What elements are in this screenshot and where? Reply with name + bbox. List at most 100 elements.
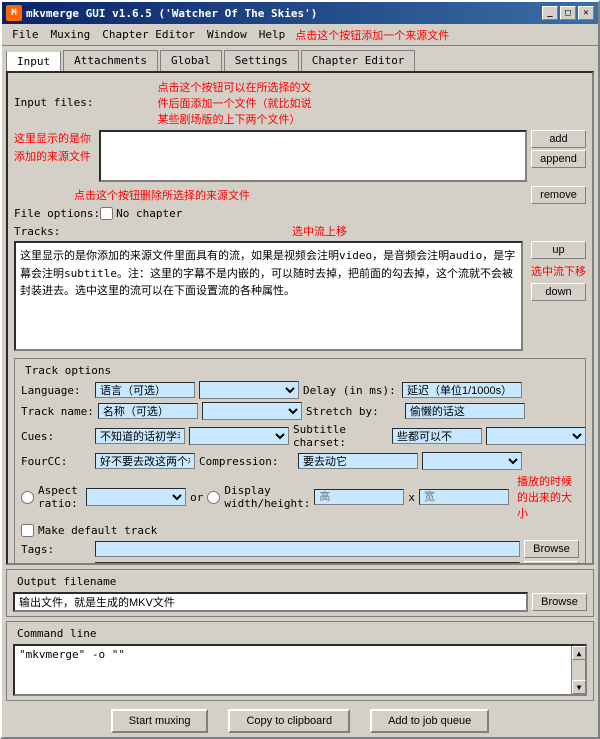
trackname-select[interactable] <box>202 402 302 420</box>
input-files-listbox[interactable] <box>99 130 527 182</box>
tab-global[interactable]: Global <box>160 50 222 71</box>
content-area: Input files: 点击这个按钮可以在所选择的文 件后面添加一个文件（就比… <box>6 71 594 565</box>
cues-select[interactable] <box>189 427 289 445</box>
tab-input[interactable]: Input <box>6 50 61 71</box>
track-options-group: Track options Language: Delay (in ms): T… <box>14 358 586 565</box>
display-label: Display width/height: <box>224 484 310 510</box>
timecodes-browse-button[interactable]: Browse <box>524 561 579 565</box>
scrollbar-up[interactable]: ▲ <box>572 646 586 660</box>
tags-label: Tags: <box>21 543 91 556</box>
tabs-bar: Input Attachments Global Settings Chapte… <box>2 46 598 71</box>
scrollbar-track <box>572 660 585 680</box>
start-muxing-button[interactable]: Start muxing <box>111 709 209 733</box>
maximize-button[interactable]: □ <box>560 6 576 20</box>
fourcc-label: FourCC: <box>21 455 91 468</box>
aspect-or: or <box>190 491 203 504</box>
make-default-checkbox[interactable] <box>21 524 34 537</box>
tracks-listbox[interactable]: 这里显示的是你添加的来源文件里面具有的流，如果是视频会注明video，是音频会注… <box>14 241 523 351</box>
files-tooltip-text: 点击这个按钮可以在所选择的文 件后面添加一个文件（就比如说 某些剧场版的上下两个… <box>157 79 311 127</box>
app-icon: M <box>6 5 22 21</box>
input-files-row: 这里显示的是你 添加的来源文件 add append <box>14 130 586 182</box>
no-chapters-checkbox[interactable] <box>100 207 113 220</box>
scrollbar-down[interactable]: ▼ <box>572 680 586 694</box>
remove-tooltip-text: 点击这个按钮删除所选择的来源文件 <box>74 187 250 203</box>
aspect-radio[interactable] <box>21 491 34 504</box>
display-size-tooltip: 播放的时候的出来的大小 <box>517 473 579 521</box>
aspect-row: Aspect ratio: or Display width/height: x… <box>21 473 579 521</box>
trackname-label: Track name: <box>21 405 94 418</box>
tab-attachments[interactable]: Attachments <box>63 50 158 71</box>
height-input[interactable] <box>314 489 404 505</box>
remove-button[interactable]: remove <box>531 186 586 204</box>
input-files-label-row: Input files: 点击这个按钮可以在所选择的文 件后面添加一个文件（就比… <box>14 79 586 127</box>
compression-label: Compression: <box>199 455 294 468</box>
title-bar: M mkvmerge GUI v1.6.5 ('Watcher Of The S… <box>2 2 598 24</box>
append-button[interactable]: append <box>531 150 586 168</box>
menu-file[interactable]: File <box>6 26 45 43</box>
menu-window[interactable]: Window <box>201 26 253 43</box>
minimize-button[interactable]: _ <box>542 6 558 20</box>
track-options-title: Track options <box>21 364 115 377</box>
tags-input[interactable] <box>95 541 520 557</box>
fourcc-row: FourCC: Compression: <box>21 452 579 470</box>
main-window: M mkvmerge GUI v1.6.5 ('Watcher Of The S… <box>0 0 600 739</box>
subtitle-charset-input[interactable] <box>392 428 482 444</box>
cmdline-wrapper: ▲ ▼ <box>13 644 587 696</box>
timecodes-row: Timecodes: Browse <box>21 561 579 565</box>
no-chapters-label: No chapter <box>116 207 182 220</box>
timecodes-input[interactable] <box>95 562 520 565</box>
language-input[interactable] <box>95 382 195 398</box>
compression-input[interactable] <box>298 453 418 469</box>
menu-muxing[interactable]: Muxing <box>45 26 97 43</box>
make-default-row: Make default track <box>21 524 579 537</box>
source-hint-2: 添加的来源文件 <box>14 148 91 164</box>
tab-chapter-editor[interactable]: Chapter Editor <box>301 50 416 71</box>
trackname-input[interactable] <box>98 403 198 419</box>
output-section: Output filename Browse <box>6 569 594 617</box>
fourcc-input[interactable] <box>95 453 195 469</box>
aspect-select[interactable] <box>86 488 186 506</box>
display-radio[interactable] <box>207 491 220 504</box>
menu-help[interactable]: Help <box>253 26 292 43</box>
tracks-label-row: Tracks: 选中流上移 <box>14 223 586 239</box>
cmdline-textarea[interactable] <box>15 646 571 694</box>
tab-settings[interactable]: Settings <box>224 50 299 71</box>
width-input[interactable] <box>419 489 509 505</box>
bottom-buttons: Start muxing Copy to clipboard Add to jo… <box>2 703 598 737</box>
up-button[interactable]: up <box>531 241 586 259</box>
stretch-input[interactable] <box>405 403 525 419</box>
delay-input[interactable] <box>402 382 522 398</box>
compression-select[interactable] <box>422 452 522 470</box>
times-sign: x <box>408 491 415 504</box>
window-controls: _ □ ✕ <box>542 6 594 20</box>
close-button[interactable]: ✕ <box>578 6 594 20</box>
tracks-nav-buttons: up 选中流下移 down <box>531 241 586 351</box>
cues-label: Cues: <box>21 430 91 443</box>
remove-row: 点击这个按钮删除所选择的来源文件 remove <box>14 186 586 204</box>
menu-chapter-editor[interactable]: Chapter Editor <box>96 26 201 43</box>
output-filename-input[interactable] <box>13 592 528 612</box>
down-button[interactable]: down <box>531 283 586 301</box>
add-to-job-queue-button[interactable]: Add to job queue <box>370 709 489 733</box>
add-button[interactable]: add <box>531 130 586 148</box>
subtitle-charset-select[interactable] <box>486 427 586 445</box>
tracks-description: 这里显示的是你添加的来源文件里面具有的流，如果是视频会注明video，是音频会注… <box>20 247 517 345</box>
cmdline-title: Command line <box>13 627 100 640</box>
up-tooltip-text: 选中流上移 <box>292 223 347 239</box>
trackname-row: Track name: Stretch by: <box>21 402 579 420</box>
delay-label: Delay (in ms): <box>303 384 398 397</box>
tracks-label: Tracks: <box>14 225 84 238</box>
input-files-label: Input files: <box>14 96 93 109</box>
cues-input[interactable] <box>95 428 185 444</box>
output-row: Browse <box>13 592 587 612</box>
language-select[interactable] <box>199 381 299 399</box>
tags-browse-button[interactable]: Browse <box>524 540 579 558</box>
language-row: Language: Delay (in ms): <box>21 381 579 399</box>
tags-row: Tags: Browse <box>21 540 579 558</box>
add-append-buttons: add append <box>531 130 586 168</box>
copy-to-clipboard-button[interactable]: Copy to clipboard <box>228 709 350 733</box>
language-label: Language: <box>21 384 91 397</box>
tracks-row: 这里显示的是你添加的来源文件里面具有的流，如果是视频会注明video，是音频会注… <box>14 241 586 351</box>
subtitle-charset-label: Subtitle charset: <box>293 423 388 449</box>
output-browse-button[interactable]: Browse <box>532 593 587 611</box>
